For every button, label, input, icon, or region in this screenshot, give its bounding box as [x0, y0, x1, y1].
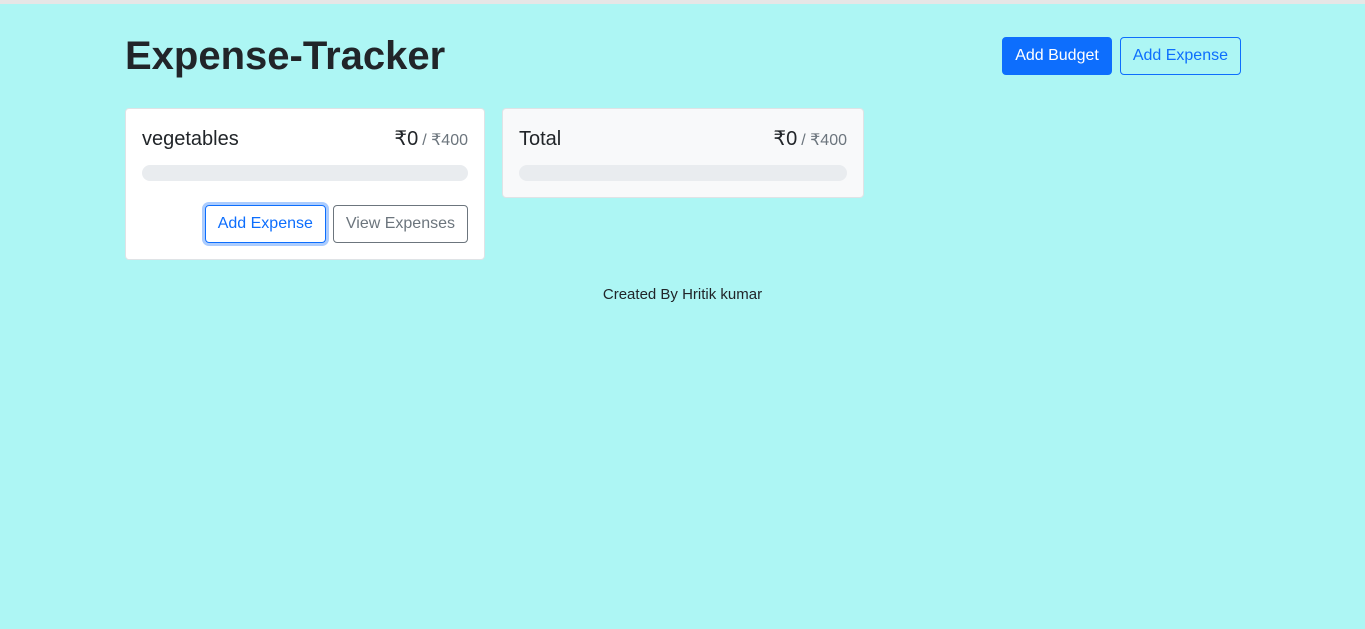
- view-expenses-button[interactable]: View Expenses: [332, 205, 468, 243]
- budget-amount-group: ₹0/ ₹400: [394, 126, 468, 151]
- total-card-header: Total ₹0/ ₹400: [519, 125, 847, 153]
- budget-card-header: vegetables ₹0/ ₹400: [142, 125, 468, 153]
- page-title: Expense-Tracker: [125, 34, 446, 78]
- budget-amount: ₹0: [394, 128, 419, 150]
- add-budget-button[interactable]: Add Budget: [1002, 37, 1112, 75]
- page-header: Expense-Tracker Add Budget Add Expense: [125, 4, 1241, 108]
- add-expense-button[interactable]: Add Expense: [1119, 37, 1241, 75]
- total-amount-group: ₹0/ ₹400: [773, 126, 847, 151]
- budget-card-actions: Add Expense View Expenses: [142, 205, 468, 243]
- budget-progress: [142, 165, 468, 181]
- budget-cards: vegetables ₹0/ ₹400 Add Expense View Exp…: [125, 108, 1241, 260]
- budget-max: / ₹400: [422, 132, 468, 149]
- main-container: Expense-Tracker Add Budget Add Expense v…: [125, 4, 1241, 260]
- total-max: / ₹400: [801, 132, 847, 149]
- footer-credit: Created By Hritik kumar: [602, 286, 763, 303]
- budget-card-vegetables: vegetables ₹0/ ₹400 Add Expense View Exp…: [125, 108, 485, 260]
- card-add-expense-button[interactable]: Add Expense: [204, 205, 326, 243]
- total-name: Total: [519, 128, 562, 150]
- total-amount: ₹0: [773, 128, 798, 150]
- total-progress: [519, 165, 847, 181]
- header-actions: Add Budget Add Expense: [1002, 37, 1241, 75]
- budget-name: vegetables: [142, 128, 239, 150]
- total-card: Total ₹0/ ₹400: [502, 108, 864, 198]
